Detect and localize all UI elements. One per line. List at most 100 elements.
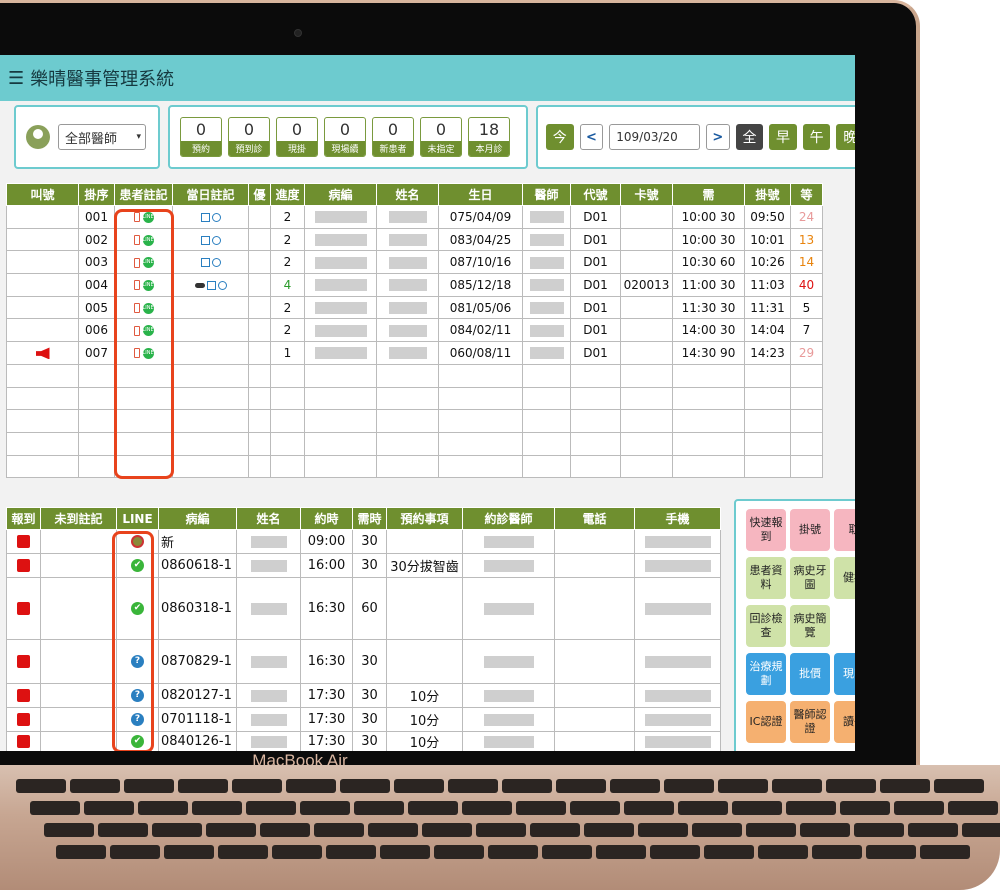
doctor-select[interactable]: 全部醫師 ▾ [58, 124, 146, 150]
action-button[interactable]: 快速報到 [746, 509, 786, 551]
today-button[interactable]: 今 [546, 124, 574, 150]
checkin-icon[interactable] [17, 713, 30, 726]
call-cell[interactable] [6, 341, 79, 365]
note-icon[interactable] [206, 280, 216, 290]
key [638, 823, 688, 837]
column-header[interactable]: 預約事項 [386, 507, 463, 530]
note-icon[interactable] [200, 212, 210, 222]
column-header[interactable]: 進度 [270, 183, 305, 206]
stat-box[interactable]: 0 預到診 [228, 117, 270, 157]
checkin-cell[interactable] [6, 639, 41, 684]
column-header[interactable]: 叫號 [6, 183, 79, 206]
column-header[interactable]: 卡號 [620, 183, 673, 206]
hand-icon[interactable] [217, 280, 227, 290]
checkin-cell[interactable] [6, 707, 41, 732]
column-header[interactable]: 約時 [300, 507, 353, 530]
priority-cell [248, 205, 271, 229]
day-note-cell [172, 318, 249, 343]
column-header[interactable]: 病編 [158, 507, 237, 530]
filter-all-button[interactable]: 全 [735, 124, 764, 150]
empty-cell [172, 386, 249, 411]
checkin-icon[interactable] [17, 602, 30, 615]
checkin-cell[interactable] [6, 731, 41, 751]
column-header[interactable]: LINE [116, 507, 159, 530]
checkin-cell[interactable] [6, 529, 41, 554]
stat-box[interactable]: 18 本月診 [468, 117, 510, 157]
checkin-icon[interactable] [17, 655, 30, 668]
next-date-button[interactable]: > [706, 124, 730, 150]
action-button[interactable]: 健病 [834, 557, 855, 599]
date-input[interactable]: 109/03/20 [609, 124, 700, 150]
top-bar: ☰ 樂晴醫事管理系統 [0, 55, 855, 101]
checkin-icon[interactable] [17, 689, 30, 702]
call-cell[interactable] [6, 273, 79, 297]
column-header[interactable]: 病編 [304, 183, 377, 206]
column-header[interactable]: 優 [248, 183, 271, 206]
action-button[interactable]: 醫師認證 [790, 701, 830, 743]
column-header[interactable]: 電話 [554, 507, 635, 530]
empty-cell [78, 454, 115, 479]
column-header[interactable]: 需 [672, 183, 745, 206]
column-header[interactable]: 代號 [570, 183, 621, 206]
action-button[interactable]: 掛號 [790, 509, 830, 551]
action-button[interactable]: 治療規劃 [746, 653, 786, 695]
filter-night-button[interactable]: 晚 [836, 124, 855, 150]
call-cell[interactable] [6, 250, 79, 275]
checkin-icon[interactable] [17, 535, 30, 548]
call-cell[interactable] [6, 227, 79, 252]
action-button[interactable]: 病史簡覽 [790, 605, 830, 647]
column-header[interactable]: 報到 [6, 507, 41, 530]
action-button[interactable]: 現明 [834, 653, 855, 695]
checkin-cell[interactable] [6, 683, 41, 708]
stat-box[interactable]: 0 現場續 [324, 117, 366, 157]
column-header[interactable]: 當日註記 [172, 183, 249, 206]
checkin-icon[interactable] [17, 559, 30, 572]
speaker-icon[interactable] [35, 347, 50, 360]
birth-cell: 083/04/25 [438, 227, 523, 252]
note-icon[interactable] [200, 258, 210, 268]
filter-noon-button[interactable]: 午 [802, 124, 831, 150]
column-header[interactable]: 等 [790, 183, 823, 206]
column-header[interactable]: 掛號 [744, 183, 791, 206]
action-button[interactable]: IC認證 [746, 701, 786, 743]
appt-note-cell [386, 577, 463, 640]
stat-box[interactable]: 0 未指定 [420, 117, 462, 157]
key [326, 845, 376, 859]
hand-icon[interactable] [211, 258, 221, 268]
column-header[interactable]: 患者註記 [114, 183, 173, 206]
action-button[interactable]: 取 [834, 509, 855, 551]
menu-icon[interactable]: ☰ [8, 68, 24, 89]
column-header[interactable]: 醫師 [522, 183, 571, 206]
checkin-cell[interactable] [6, 553, 41, 578]
call-cell[interactable] [6, 318, 79, 343]
column-header[interactable]: 姓名 [376, 183, 439, 206]
column-header[interactable]: 掛序 [78, 183, 115, 206]
hand-icon[interactable] [211, 212, 221, 222]
checkin-icon[interactable] [17, 735, 30, 748]
action-button[interactable]: 回診檢查 [746, 605, 786, 647]
action-button[interactable]: 批價 [790, 653, 830, 695]
stat-box[interactable]: 0 現掛 [276, 117, 318, 157]
action-button[interactable]: 讀醫 [834, 701, 855, 743]
hand-icon[interactable] [211, 235, 221, 245]
key [232, 779, 282, 793]
action-button[interactable]: 病史牙圖 [790, 557, 830, 599]
column-header[interactable]: 手機 [634, 507, 721, 530]
call-cell[interactable] [6, 295, 79, 320]
column-header[interactable]: 需時 [352, 507, 387, 530]
column-header[interactable]: 生日 [438, 183, 523, 206]
progress-cell: 2 [270, 318, 305, 343]
key [624, 801, 674, 815]
action-button[interactable]: 患者資料 [746, 557, 786, 599]
filter-morning-button[interactable]: 早 [769, 124, 797, 150]
stat-box[interactable]: 0 新患者 [372, 117, 414, 157]
checkin-cell[interactable] [6, 577, 41, 640]
prev-date-button[interactable]: < [579, 124, 604, 150]
call-cell[interactable] [6, 205, 79, 229]
stat-count: 0 [195, 120, 207, 139]
stat-box[interactable]: 0 預約 [180, 117, 222, 157]
column-header[interactable]: 約診醫師 [462, 507, 555, 530]
column-header[interactable]: 姓名 [236, 507, 301, 530]
note-icon[interactable] [200, 235, 210, 245]
column-header[interactable]: 未到註記 [40, 507, 117, 530]
